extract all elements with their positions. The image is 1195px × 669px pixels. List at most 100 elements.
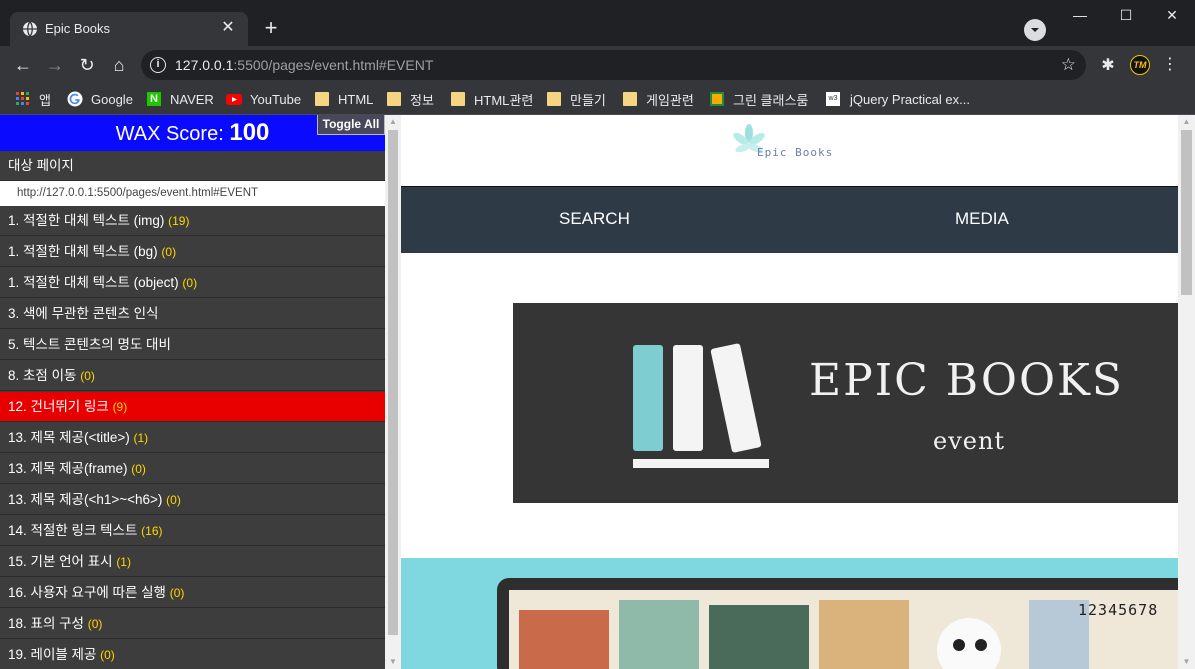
site-info-icon[interactable]: i [150,57,166,73]
bookmark-folder-games[interactable]: 게임관련 [623,89,694,109]
bookmark-folder-make[interactable]: 만들기 [547,89,606,109]
wax-check-item[interactable]: 13. 제목 제공(<h1>~<h6>) (0) [0,485,385,515]
wax-check-label: 19. 레이블 제공 [8,647,97,662]
reload-icon[interactable]: ↻ [76,54,98,76]
wax-check-item[interactable]: 1. 적절한 대체 텍스트 (object) (0) [0,268,385,298]
wax-panel: WAX Score: 100 Toggle All 대상 페이지 http://… [0,115,385,669]
wax-check-item[interactable]: 14. 적절한 링크 텍스트 (16) [0,516,385,546]
browser-toolbar: ← → ↻ ⌂ i 127.0.0.1:5500/pages/event.htm… [0,46,1195,84]
wax-check-item[interactable]: 3. 색에 무관한 콘텐츠 인식 [0,299,385,329]
wax-check-item[interactable]: 16. 사용자 요구에 따른 실행 (0) [0,578,385,608]
folder-icon [623,92,637,106]
scroll-up-icon[interactable]: ▲ [385,115,401,129]
wax-check-item[interactable]: 1. 적절한 대체 텍스트 (bg) (0) [0,237,385,267]
classroom-icon [710,92,724,106]
bookmark-classroom[interactable]: 그린 클래스룸 [710,89,808,109]
url-text[interactable]: 127.0.0.1:5500/pages/event.html#EVENT [175,57,433,73]
youtube-icon [226,94,242,105]
wax-check-label: 13. 제목 제공(<h1>~<h6>) [8,492,163,507]
new-tab-icon[interactable]: + [259,17,283,41]
bookmark-apps[interactable]: 앱 [16,89,51,109]
target-page-label: 대상 페이지 [0,151,385,181]
wax-check-label: 13. 제목 제공(<title>) [8,430,130,445]
bookmark-jquery[interactable]: w3 jQuery Practical ex... [826,89,970,109]
bookmark-star-icon[interactable]: ☆ [1061,55,1076,75]
wax-check-label: 12. 건너뛰기 링크 [8,399,109,414]
wax-check-count: (0) [161,245,177,259]
event-banner-image[interactable]: 12345678 [401,558,1178,669]
wax-check-count: (0) [166,493,181,507]
bookmarks-bar: 앱 Google N NAVER YouTube HTML 정보 HTML관련 … [0,84,1195,115]
wax-check-item[interactable]: 8. 초점 이동 (0) [0,361,385,391]
folder-icon [315,92,329,106]
bookmark-youtube[interactable]: YouTube [226,89,301,109]
wax-check-label: 1. 적절한 대체 텍스트 (object) [8,275,179,290]
w3-icon: w3 [826,92,840,106]
wax-check-label: 3. 색에 무관한 콘텐츠 인식 [8,306,159,321]
tab-close-icon[interactable]: ✕ [218,18,238,38]
naver-icon: N [147,92,161,106]
browser-tab[interactable]: Epic Books ✕ [10,12,248,46]
wax-check-label: 18. 표의 구성 [8,616,84,631]
wax-check-item[interactable]: 12. 건너뛰기 링크 (9) [0,392,385,422]
wax-check-count: (19) [168,214,190,228]
bookmark-google[interactable]: Google [67,89,133,109]
nav-search[interactable]: SEARCH [559,187,630,254]
wax-check-label: 8. 초점 이동 [8,368,77,383]
wax-check-label: 5. 텍스트 콘텐츠의 명도 대비 [8,337,171,352]
wax-check-item[interactable]: 13. 제목 제공(<title>) (1) [0,423,385,453]
site-logo[interactable]: Epic Books [731,121,861,165]
minimize-icon[interactable]: — [1057,0,1103,30]
wax-check-item[interactable]: 1. 적절한 대체 텍스트 (img) (19) [0,206,385,236]
wax-score-value: 100 [229,119,270,146]
home-icon[interactable]: ⌂ [108,54,130,76]
wax-check-count: (0) [169,586,185,600]
bookmark-folder-info[interactable]: 정보 [387,89,434,109]
globe-icon [23,21,37,37]
wax-check-item[interactable]: 15. 기본 언어 표시 (1) [0,547,385,577]
page-scrollbar[interactable]: ▲ ▼ [1178,115,1195,669]
bookmark-folder-html-related[interactable]: HTML관련 [451,89,533,109]
tab-title: Epic Books [45,21,111,36]
toggle-all-button[interactable]: Toggle All [317,115,385,135]
books-icon [633,343,769,468]
browser-titlebar: Epic Books ✕ + — ☐ ✕ [0,0,1195,46]
hero-title: EPIC BOOKS [809,355,1125,406]
wax-check-count: (0) [182,276,198,290]
bookmark-naver[interactable]: N NAVER [147,89,214,109]
extensions-icon[interactable]: ✱ [1098,55,1118,75]
target-url: http://127.0.0.1:5500/pages/event.html#E… [0,181,385,206]
wax-check-count: (1) [116,555,131,569]
hero-banner: EPIC BOOKS event [513,303,1178,503]
bookmark-folder-html[interactable]: HTML [315,89,373,109]
address-bar[interactable]: i 127.0.0.1:5500/pages/event.html#EVENT … [141,50,1086,80]
wax-check-count: (0) [87,617,103,631]
logo-text: Epic Books [757,146,834,159]
scroll-down-icon[interactable]: ▼ [1178,655,1195,669]
google-icon [67,91,83,107]
folder-icon [547,92,561,106]
wax-check-label: 16. 사용자 요구에 따른 실행 [8,585,166,600]
scrollbar-thumb[interactable] [388,130,398,635]
tab-search-icon[interactable] [1024,19,1046,41]
tampermonkey-icon[interactable]: TM [1130,55,1150,75]
close-icon[interactable]: ✕ [1149,0,1195,30]
apps-grid-icon [16,92,29,105]
wax-scrollbar[interactable]: ▲ ▼ [385,115,401,669]
folder-icon [387,92,401,106]
wax-check-count: (1) [133,431,149,445]
wax-check-item[interactable]: 5. 텍스트 콘텐츠의 명도 대비 [0,330,385,360]
scrollbar-thumb[interactable] [1181,130,1192,295]
back-icon[interactable]: ← [12,54,34,76]
forward-icon[interactable]: → [44,54,66,76]
wax-check-label: 15. 기본 언어 표시 [8,554,113,569]
wax-check-item[interactable]: 18. 표의 구성 (0) [0,609,385,639]
nav-media[interactable]: MEDIA [955,187,1009,254]
wax-check-item[interactable]: 19. 레이블 제공 (0) [0,640,385,669]
maximize-icon[interactable]: ☐ [1103,0,1149,30]
scroll-up-icon[interactable]: ▲ [1178,115,1195,129]
menu-icon[interactable]: ⋮ [1162,55,1178,75]
wax-check-item[interactable]: 13. 제목 제공(frame) (0) [0,454,385,484]
web-page: Epic Books SEARCH MEDIA EPIC BOOKS event [401,115,1178,669]
scroll-down-icon[interactable]: ▼ [385,655,401,669]
